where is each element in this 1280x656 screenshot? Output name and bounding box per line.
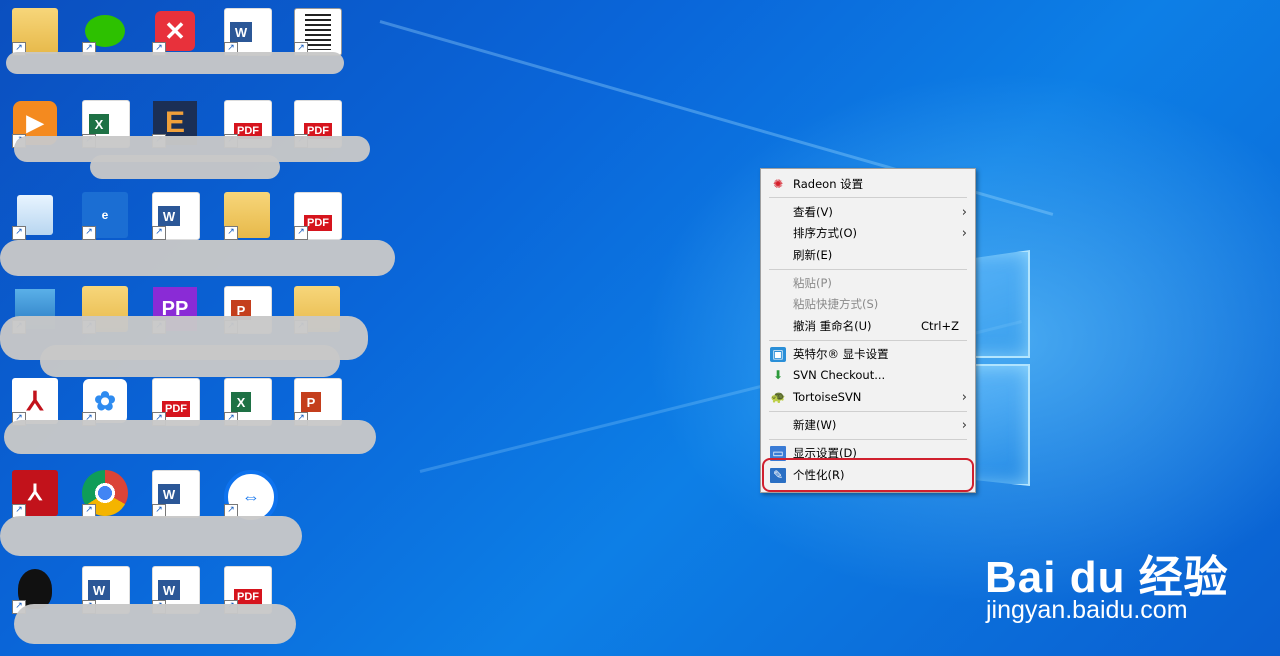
desktop-icon-acrobat[interactable]: ⅄ ↗	[12, 378, 58, 426]
highlight-ring	[762, 458, 974, 492]
desktop-icon-word-doc[interactable]: W↗	[224, 8, 272, 56]
desktop-icon-excel[interactable]: X↗	[224, 378, 272, 426]
menu-item-sort-by[interactable]: 排序方式(O) ›	[761, 223, 975, 244]
redaction	[14, 604, 296, 644]
redaction	[4, 420, 376, 454]
shortcut-arrow-icon: ↗	[152, 226, 166, 240]
menu-item-new[interactable]: 新建(W) ›	[761, 415, 975, 436]
shortcut-arrow-icon: ↗	[294, 226, 308, 240]
desktop-icon-chrome[interactable]: ↗	[82, 470, 128, 518]
watermark-url: jingyan.baidu.com	[986, 596, 1188, 624]
desktop-context-menu: ✺ Radeon 设置 查看(V) › 排序方式(O) › 刷新(E) 粘贴(P…	[760, 168, 976, 493]
chevron-right-icon: ›	[961, 390, 967, 405]
redaction	[0, 240, 395, 276]
svn-checkout-icon: ⬇	[772, 368, 784, 382]
menu-item-paste-shortcut: 粘贴快捷方式(S)	[793, 297, 879, 311]
desktop-icon-pdf[interactable]: PDF↗	[294, 192, 342, 240]
desktop-icon-xmind[interactable]: ✕ ↗	[152, 8, 198, 56]
chevron-right-icon: ›	[961, 205, 967, 220]
desktop-icon-pdf[interactable]: PDF↗	[152, 378, 200, 426]
desktop-icon-word[interactable]: W↗	[152, 470, 200, 518]
menu-item-intel-graphics[interactable]: ▣ 英特尔® 显卡设置	[761, 344, 975, 365]
desktop-icon-folder-excel[interactable]: ↗	[12, 8, 58, 56]
redaction	[90, 155, 280, 179]
menu-shortcut: Ctrl+Z	[921, 319, 959, 333]
chevron-right-icon: ›	[961, 226, 967, 241]
menu-separator	[769, 439, 967, 440]
desktop-icon-teamviewer[interactable]: ⇔ ↗	[224, 470, 278, 524]
desktop-icon-word-doc[interactable]: W↗	[152, 192, 200, 240]
menu-item-tortoisesvn[interactable]: 🐢 TortoiseSVN ›	[761, 387, 975, 408]
menu-separator	[769, 269, 967, 270]
menu-separator	[769, 197, 967, 198]
desktop-icon-wechat[interactable]: ↗	[82, 8, 128, 56]
menu-item-undo-rename[interactable]: 撤消 重命名(U) Ctrl+Z	[761, 316, 975, 337]
menu-item-svn-checkout[interactable]: ⬇ SVN Checkout...	[761, 365, 975, 386]
desktop-icon-baidu-netdisk[interactable]: ✿ ↗	[82, 378, 128, 426]
redaction	[0, 516, 302, 556]
radeon-icon: ✺	[772, 177, 784, 191]
menu-item-view[interactable]: 查看(V) ›	[761, 202, 975, 223]
shortcut-arrow-icon: ↗	[224, 226, 238, 240]
shortcut-arrow-icon: ↗	[82, 226, 96, 240]
menu-item-radeon-settings[interactable]: ✺ Radeon 设置	[761, 174, 975, 195]
desktop-icon-acrobat-reader[interactable]: ⅄ ↗	[12, 470, 58, 518]
menu-separator	[769, 411, 967, 412]
menu-item-refresh[interactable]: 刷新(E)	[761, 245, 975, 266]
desktop-icon-recycle-bin[interactable]: ↗	[12, 192, 58, 240]
desktop-icon-ppt-file[interactable]: P ↗	[294, 378, 342, 426]
menu-item-paste: 粘贴(P)	[793, 276, 832, 290]
intel-graphics-icon: ▣	[770, 347, 786, 362]
desktop-icon-document[interactable]: ↗	[294, 8, 342, 56]
redaction	[6, 52, 344, 74]
desktop-icon-edge[interactable]: e ↗	[82, 192, 128, 240]
shortcut-arrow-icon: ↗	[12, 226, 26, 240]
redaction	[40, 345, 340, 377]
desktop-icon-folder[interactable]: ↗	[224, 192, 270, 240]
menu-separator	[769, 340, 967, 341]
tortoisesvn-icon: 🐢	[770, 390, 786, 404]
chevron-right-icon: ›	[961, 418, 967, 433]
